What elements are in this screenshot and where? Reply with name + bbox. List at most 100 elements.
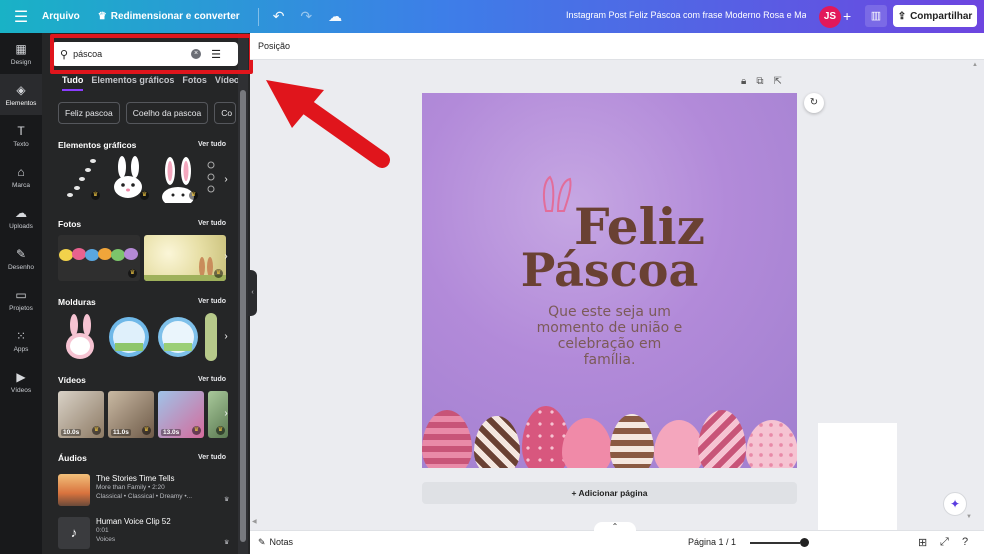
videos-row: 10.0s ♛ 11.0s ♛ 13.0s ♛ ♛ <box>58 391 228 438</box>
add-page-icon[interactable]: ⇱ <box>773 76 781 87</box>
design-title-line-2[interactable]: Páscoa <box>422 243 797 297</box>
graphic-thumb-bunny-ears[interactable]: ♛ <box>156 155 201 203</box>
chip-feliz-pascoa[interactable]: Feliz pascoa <box>58 102 120 124</box>
design-icon: ▦ <box>15 41 27 56</box>
video-thumb-3[interactable]: 13.0s ♛ <box>158 391 204 438</box>
duplicate-icon[interactable]: ⧉ <box>756 76 763 87</box>
zoom-slider-track[interactable] <box>750 542 800 544</box>
collapse-panel-chevron-icon[interactable]: ‹ <box>248 270 257 316</box>
tab-photos[interactable]: Fotos <box>182 75 207 91</box>
lock-icon[interactable]: 🔒︎ <box>741 76 746 87</box>
tab-graphics[interactable]: Elementos gráficos <box>91 75 174 91</box>
share-button[interactable]: ⇪ Compartilhar <box>893 5 977 27</box>
magic-sparkle-icon[interactable]: ✦ <box>943 492 967 516</box>
grid-view-icon[interactable]: ⊞ <box>918 536 927 549</box>
clear-search-icon[interactable]: × <box>191 49 202 59</box>
add-page-button[interactable]: + Adicionar página <box>422 482 797 504</box>
rail-item-elements[interactable]: ◈ Elementos <box>0 74 42 115</box>
videos-next-icon[interactable]: › <box>220 408 232 422</box>
fullscreen-icon[interactable]: ⤢ <box>940 536 949 549</box>
section-title-audio: Áudios <box>58 453 87 463</box>
photo-thumb-bunny-field[interactable]: ♛ <box>144 235 226 281</box>
audio-item[interactable]: The Stories Time Tells More than Family … <box>58 474 229 506</box>
add-collaborator-icon[interactable]: + <box>843 8 851 24</box>
document-title[interactable]: Instagram Post Feliz Páscoa com frase Mo… <box>566 10 806 20</box>
top-bar: ☰ Arquivo ♛ Redimensionar e converter ↶ ↷… <box>0 0 984 33</box>
rail-item-apps[interactable]: ⁙ Apps <box>0 320 42 361</box>
help-icon[interactable]: ? <box>962 536 968 548</box>
rail-item-draw[interactable]: ✎ Desenho <box>0 238 42 279</box>
page-indicator[interactable]: Página 1 / 1 <box>688 537 736 547</box>
graphic-thumb-bunny-peek[interactable]: ♛ <box>107 155 152 203</box>
notes-button[interactable]: ✎ Notas <box>258 537 293 548</box>
video-duration: 13.0s <box>161 429 182 436</box>
graphics-next-icon[interactable]: › <box>220 174 232 188</box>
see-all-frames[interactable]: Ver tudo <box>198 298 226 305</box>
rail-item-projects[interactable]: ▭ Projetos <box>0 279 42 320</box>
blue-frame <box>109 317 149 357</box>
upload-icon: ☁ <box>15 205 27 220</box>
rail-item-uploads[interactable]: ☁ Uploads <box>0 197 42 238</box>
frame-thumb-blue-1[interactable] <box>107 313 152 361</box>
graphic-thumb-footprints[interactable]: ♛ <box>58 155 103 203</box>
avatar[interactable]: JS <box>819 6 841 28</box>
elements-panel: ⚲ × ☰ Tudo Elementos gráficos Fotos Víde… <box>42 33 250 554</box>
position-button[interactable]: Posição <box>258 41 290 51</box>
file-menu[interactable]: Arquivo <box>42 11 80 22</box>
premium-crown-icon: ♛ <box>189 191 198 200</box>
search-box[interactable]: ⚲ × ☰ <box>52 42 238 66</box>
resize-button[interactable]: ♛ Redimensionar e converter <box>98 11 240 22</box>
refresh-icon[interactable]: ↻ <box>804 93 824 113</box>
blue-frame-2 <box>158 317 198 357</box>
photo-thumb-eggs[interactable]: ♛ <box>58 235 140 281</box>
undo-icon[interactable]: ↶ <box>273 8 285 25</box>
frame-thumb-partial[interactable] <box>205 313 217 361</box>
search-input[interactable] <box>73 49 184 59</box>
rail-item-videos[interactable]: ▶ Vídeos <box>0 361 42 402</box>
see-all-graphics[interactable]: Ver tudo <box>198 141 226 148</box>
video-thumb-2[interactable]: 11.0s ♛ <box>108 391 154 438</box>
video-thumb-1[interactable]: 10.0s ♛ <box>58 391 104 438</box>
audio-title: The Stories Time Tells <box>96 474 175 483</box>
egg-decoration <box>422 410 472 468</box>
expand-pages-chevron-icon[interactable]: ⌃ <box>594 522 636 534</box>
rail-item-design[interactable]: ▦ Design <box>0 33 42 74</box>
see-all-photos[interactable]: Ver tudo <box>198 220 226 227</box>
premium-crown-icon: ♛ <box>128 269 137 278</box>
chip-coelho-pascoa[interactable]: Coelho da pascoa <box>125 102 209 124</box>
filter-icon[interactable]: ☰ <box>211 48 221 61</box>
photos-next-icon[interactable]: › <box>220 251 232 265</box>
zoom-slider-handle[interactable] <box>800 538 809 547</box>
page-tools: 🔒︎ ⧉ ⇱ <box>741 76 782 87</box>
design-subtitle[interactable]: Que este seja um momento de união e cele… <box>422 304 797 368</box>
scroll-up-icon[interactable]: ▲ <box>972 62 978 68</box>
frames-row <box>58 313 217 361</box>
frame-thumb-bunny[interactable] <box>58 313 103 361</box>
premium-crown-icon: ♛ <box>214 269 223 278</box>
see-all-audio[interactable]: Ver tudo <box>198 454 226 461</box>
tabs-next-icon[interactable]: › <box>232 75 235 85</box>
frame-thumb-blue-2[interactable] <box>156 313 201 361</box>
audio-meta: 0:01 <box>96 527 109 535</box>
hamburger-menu-icon[interactable]: ☰ <box>0 7 42 27</box>
graphic-thumb-partial[interactable] <box>205 155 217 203</box>
section-title-videos: Vídeos <box>58 375 86 385</box>
redo-icon[interactable]: ↷ <box>300 8 312 25</box>
share-upload-icon: ⇪ <box>897 10 907 22</box>
design-canvas[interactable]: Feliz Páscoa Que este seja um momento de… <box>422 93 797 468</box>
see-all-videos[interactable]: Ver tudo <box>198 376 226 383</box>
insights-chart-icon[interactable]: ▥ <box>865 5 887 27</box>
rail-item-brand[interactable]: ⌂ Marca <box>0 156 42 197</box>
audio-meta: More than Family • 2:20 <box>96 484 165 492</box>
chip-more[interactable]: Co <box>214 102 237 124</box>
scroll-down-icon[interactable]: ▼ <box>966 514 972 520</box>
rail-item-text[interactable]: T Texto <box>0 115 42 156</box>
tab-all[interactable]: Tudo <box>62 75 84 91</box>
premium-crown-icon: ♛ <box>140 191 149 200</box>
crown-icon: ♛ <box>97 11 107 22</box>
scroll-left-icon[interactable]: ◀ <box>252 518 257 525</box>
cloud-save-icon[interactable]: ☁ <box>328 8 342 25</box>
frames-next-icon[interactable]: › <box>220 331 232 345</box>
panel-scrollbar-thumb[interactable] <box>240 90 246 542</box>
audio-item[interactable]: ♪ Human Voice Clip 52 0:01 Voices ♛ <box>58 517 229 549</box>
